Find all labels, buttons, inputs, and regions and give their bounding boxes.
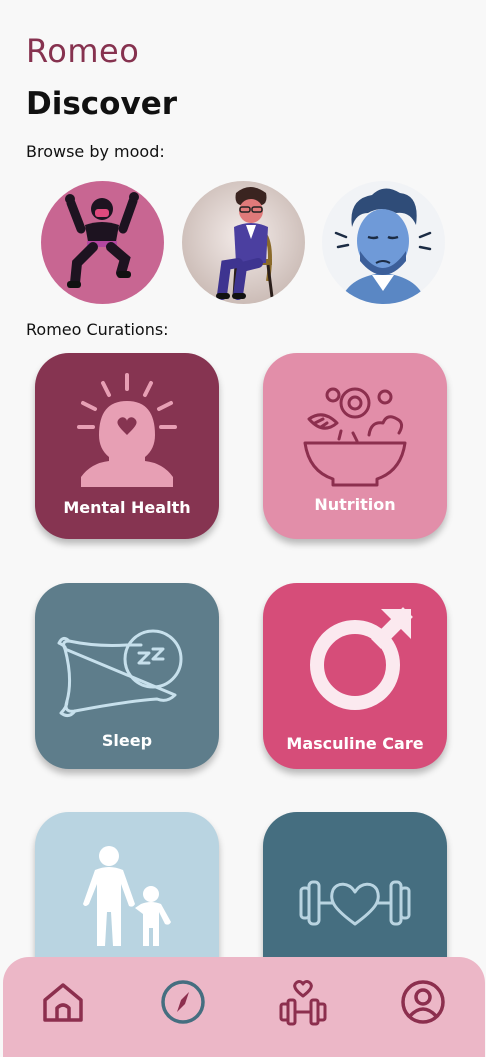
fitness-heart-icon bbox=[279, 979, 327, 1026]
card-label: Sleep bbox=[101, 731, 153, 750]
bottom-nav bbox=[3, 957, 485, 1057]
mood-dancing-avatar[interactable] bbox=[41, 181, 164, 304]
salad-bowl-icon bbox=[303, 387, 407, 487]
card-mental-health[interactable]: Mental Health bbox=[35, 353, 219, 539]
male-symbol-icon bbox=[310, 607, 413, 710]
browse-by-mood-label: Browse by mood: bbox=[26, 142, 165, 161]
parent-child-icon bbox=[83, 846, 171, 946]
card-sleep[interactable]: Sleep bbox=[35, 583, 219, 769]
pillow-sleep-icon bbox=[57, 629, 183, 718]
mood-stressed-avatar[interactable] bbox=[322, 181, 445, 304]
mood-seated-avatar[interactable] bbox=[182, 181, 305, 304]
nav-profile[interactable] bbox=[399, 978, 447, 1026]
dumbbell-heart-icon bbox=[299, 880, 411, 926]
nav-discover[interactable] bbox=[159, 978, 207, 1026]
mind-heart-icon bbox=[77, 373, 177, 487]
nav-home[interactable] bbox=[39, 978, 87, 1026]
card-masculine-care[interactable]: Masculine Care bbox=[263, 583, 447, 769]
seated-man-avatar bbox=[182, 181, 305, 304]
dancing-man-avatar bbox=[41, 181, 164, 304]
card-label: Nutrition bbox=[314, 495, 396, 514]
card-nutrition[interactable]: Nutrition bbox=[263, 353, 447, 539]
card-label: Masculine Care bbox=[286, 734, 424, 753]
stressed-man-avatar bbox=[322, 181, 445, 304]
card-label: Mental Health bbox=[63, 498, 191, 517]
compass-icon bbox=[161, 980, 205, 1024]
profile-icon bbox=[401, 980, 445, 1024]
home-icon bbox=[43, 983, 83, 1022]
page-title: Discover bbox=[26, 86, 178, 122]
nav-fitness[interactable] bbox=[279, 978, 327, 1026]
app-brand: Romeo bbox=[26, 32, 140, 70]
romeo-curations-label: Romeo Curations: bbox=[26, 320, 169, 339]
